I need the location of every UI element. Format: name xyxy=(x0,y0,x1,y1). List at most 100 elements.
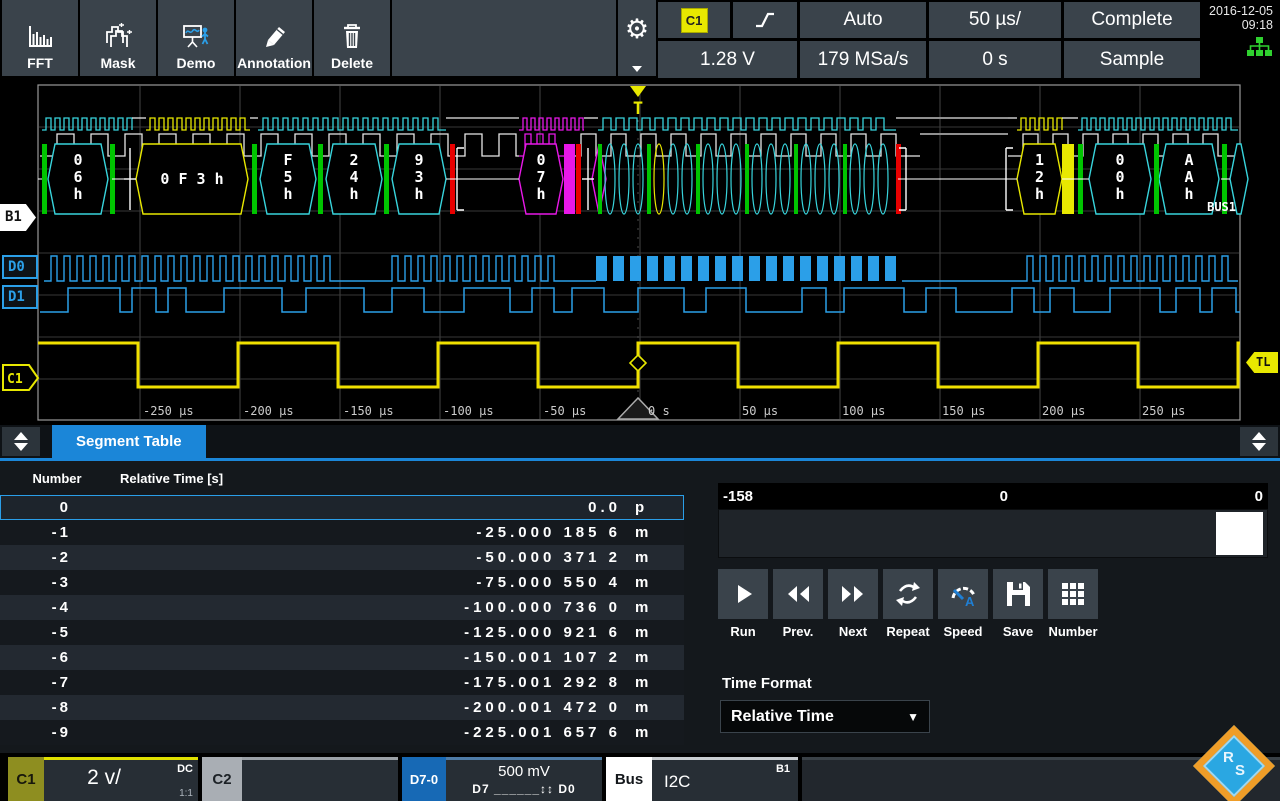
acquisition-status-cell[interactable]: Complete xyxy=(1064,2,1200,38)
table-row[interactable]: -3-75.000 550 4m xyxy=(0,570,684,595)
table-row[interactable]: -2-50.000 371 2m xyxy=(0,545,684,570)
timebase-cell[interactable]: 50 µs/ xyxy=(929,2,1061,38)
d7-0-channel-tab[interactable]: D7-0 xyxy=(402,757,446,801)
svg-text:-200 µs: -200 µs xyxy=(243,404,294,418)
slider-handle[interactable] xyxy=(1216,512,1263,555)
number-grid-icon xyxy=(1059,580,1087,608)
table-row[interactable]: -7-175.001 292 8m xyxy=(0,670,684,695)
c2-channel-info[interactable] xyxy=(242,757,398,801)
svg-text:7: 7 xyxy=(536,168,545,186)
svg-text:A: A xyxy=(1184,151,1193,169)
c1-channel-info[interactable]: 2 v/ DC 1:1 xyxy=(44,757,198,801)
demo-icon xyxy=(182,23,210,49)
svg-text:250 µs: 250 µs xyxy=(1142,404,1185,418)
number-button[interactable] xyxy=(1048,569,1098,619)
segment-time: -75.000 550 4 xyxy=(71,574,621,591)
repeat-button[interactable] xyxy=(883,569,933,619)
mask-button[interactable]: Mask xyxy=(80,0,156,76)
segment-time-unit: m xyxy=(635,624,663,641)
arrow-up-icon xyxy=(1252,432,1266,440)
speed-button[interactable]: A xyxy=(938,569,988,619)
segment-time: -150.001 107 2 xyxy=(71,649,621,666)
svg-text:4: 4 xyxy=(349,168,358,186)
svg-text:-250 µs: -250 µs xyxy=(143,404,194,418)
settings-button[interactable]: ⚙ xyxy=(618,0,656,76)
table-row[interactable]: -1-25.000 185 6m xyxy=(0,520,684,545)
status-grid: C1 Auto 50 µs/ Complete 1.28 V 179 MSa/s… xyxy=(658,2,1200,78)
table-row[interactable]: -9-225.001 657 6m xyxy=(0,720,684,745)
svg-text:2: 2 xyxy=(349,151,358,169)
fft-button[interactable]: FFT xyxy=(2,0,78,76)
c1-scale: 2 v/ xyxy=(44,766,164,790)
delete-button[interactable]: Delete xyxy=(314,0,390,76)
svg-text:A: A xyxy=(965,594,975,608)
demo-label: Demo xyxy=(177,55,216,71)
segment-number: -7 xyxy=(9,674,71,691)
svg-text:0: 0 xyxy=(1115,151,1124,169)
trigger-source-badge: C1 xyxy=(681,8,708,33)
tab-segment-table[interactable]: Segment Table xyxy=(52,425,206,458)
svg-text:-100 µs: -100 µs xyxy=(443,404,494,418)
network-icon xyxy=(1246,37,1273,57)
bus-info[interactable]: I2C B1 xyxy=(652,757,798,801)
d7-0-channel-info[interactable]: 500 mV D7 ______↕↕ D0 xyxy=(446,757,602,801)
expand-collapse-button-left[interactable] xyxy=(2,427,40,456)
svg-text:5: 5 xyxy=(283,168,292,186)
horizontal-position-cell[interactable]: 0 s xyxy=(929,41,1061,78)
sample-rate-cell[interactable]: 179 MSa/s xyxy=(800,41,926,78)
d1-channel-tag[interactable]: D1 xyxy=(2,285,38,309)
segment-number: -5 xyxy=(9,624,71,641)
svg-text:h: h xyxy=(414,185,423,203)
svg-text:0: 0 xyxy=(73,151,82,169)
svg-text:2: 2 xyxy=(1035,168,1044,186)
d0-channel-tag[interactable]: D0 xyxy=(2,255,38,279)
run-button[interactable] xyxy=(718,569,768,619)
save-button[interactable] xyxy=(993,569,1043,619)
table-row[interactable]: -6-150.001 107 2 m xyxy=(0,645,684,670)
pencil-icon xyxy=(260,23,288,49)
trigger-mode-cell[interactable]: Auto xyxy=(800,2,926,38)
bus-protocol: I2C xyxy=(664,772,690,792)
segment-time: -200.001 472 0 xyxy=(71,699,621,716)
demo-button[interactable]: Demo xyxy=(158,0,234,76)
acquisition-mode-cell[interactable]: Sample xyxy=(1064,41,1200,78)
table-row[interactable]: -5-125.000 921 6 m xyxy=(0,620,684,645)
segment-time: -125.000 921 6 xyxy=(71,624,621,641)
trigger-slope-cell[interactable] xyxy=(733,2,797,38)
svg-text:6: 6 xyxy=(73,168,82,186)
svg-text:150 µs: 150 µs xyxy=(942,404,985,418)
prev-button[interactable] xyxy=(773,569,823,619)
svg-text:h: h xyxy=(283,185,292,203)
svg-text:-150 µs: -150 µs xyxy=(343,404,394,418)
svg-text:0: 0 xyxy=(536,151,545,169)
waveform-area: 06h0 F 3 hF5h24h93h07h12h00hAAhBUS1T-250… xyxy=(0,78,1280,425)
svg-text:9: 9 xyxy=(414,151,423,169)
segment-time-unit: m xyxy=(635,674,663,691)
c1-channel-tab[interactable]: C1 xyxy=(8,757,44,801)
range-min: -158 xyxy=(723,488,753,505)
bus-tab[interactable]: Bus xyxy=(606,757,652,801)
expand-collapse-button-right[interactable] xyxy=(1240,427,1278,456)
segment-time-unit: m xyxy=(635,649,663,666)
segment-number: -6 xyxy=(9,649,71,666)
c2-channel-tab[interactable]: C2 xyxy=(202,757,242,801)
segment-slider[interactable] xyxy=(718,509,1268,558)
svg-text:100 µs: 100 µs xyxy=(842,404,885,418)
table-row[interactable]: -4-100.000 736 0m xyxy=(0,595,684,620)
waveform-plot: 06h0 F 3 hF5h24h93h07h12h00hAAhBUS1T-250… xyxy=(0,78,1280,425)
time-format-select[interactable]: Relative Time ▼ xyxy=(720,700,930,733)
table-row[interactable]: -8-200.001 472 0m xyxy=(0,695,684,720)
segment-table: Number Relative Time [s] 00.0p-1-25.000 … xyxy=(0,461,684,745)
svg-text:0 F 3 h: 0 F 3 h xyxy=(160,170,223,188)
trigger-source-cell[interactable]: C1 xyxy=(658,2,730,38)
svg-text:1: 1 xyxy=(1035,151,1044,169)
segment-time-unit: m xyxy=(635,549,663,566)
next-button[interactable] xyxy=(828,569,878,619)
delete-label: Delete xyxy=(331,55,373,71)
segment-time: -225.001 657 6 xyxy=(71,724,621,741)
trigger-level-cell[interactable]: 1.28 V xyxy=(658,41,797,78)
svg-text:3: 3 xyxy=(414,168,423,186)
table-row[interactable]: 00.0p xyxy=(0,495,684,520)
annotation-button[interactable]: Annotation xyxy=(236,0,312,76)
c1-channel-tag[interactable]: C1 xyxy=(2,364,40,392)
